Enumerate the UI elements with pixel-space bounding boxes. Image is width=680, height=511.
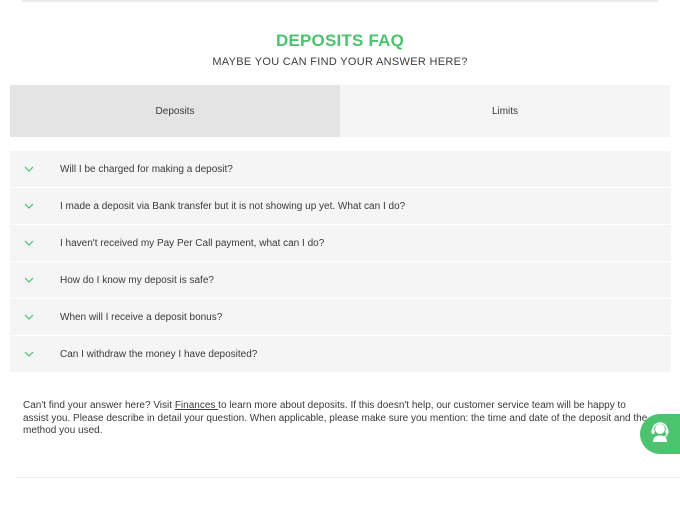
faq-item-deposit-bonus[interactable]: When will I receive a deposit bonus?	[10, 299, 671, 336]
help-text-intro: Can't find your answer here? Visit	[23, 400, 175, 411]
faq-tabs: Deposits Limits	[10, 85, 670, 137]
faq-question: When will I receive a deposit bonus?	[60, 311, 223, 323]
faq-question: Can I withdraw the money I have deposite…	[60, 348, 258, 360]
faq-question: How do I know my deposit is safe?	[60, 274, 214, 286]
customer-support-button[interactable]	[640, 414, 680, 454]
help-paragraph: Can't find your answer here? Visit Finan…	[23, 400, 653, 438]
deposits-faq-page: DEPOSITS FAQ MAYBE YOU CAN FIND YOUR ANS…	[0, 0, 680, 511]
chevron-down-icon	[23, 349, 35, 359]
chevron-down-icon	[23, 275, 35, 285]
tab-deposits[interactable]: Deposits	[10, 85, 340, 137]
faq-subtitle: MAYBE YOU CAN FIND YOUR ANSWER HERE?	[212, 56, 468, 68]
chevron-down-icon	[23, 312, 35, 322]
faq-title: DEPOSITS FAQ	[275, 31, 405, 50]
faq-item-bank-transfer[interactable]: I made a deposit via Bank transfer but i…	[10, 188, 671, 225]
faq-question-list: Will I be charged for making a deposit? …	[10, 151, 671, 373]
faq-item-deposit-charge[interactable]: Will I be charged for making a deposit?	[10, 151, 671, 188]
faq-item-deposit-safe[interactable]: How do I know my deposit is safe?	[10, 262, 671, 299]
chevron-down-icon	[23, 164, 35, 174]
chevron-down-icon	[23, 201, 35, 211]
faq-question: I haven't received my Pay Per Call payme…	[60, 237, 325, 249]
chevron-down-icon	[23, 238, 35, 248]
faq-item-pay-per-call[interactable]: I haven't received my Pay Per Call payme…	[10, 225, 671, 262]
headset-agent-icon	[648, 420, 672, 448]
bottom-divider	[16, 477, 680, 478]
finances-link[interactable]: Finances	[175, 400, 218, 411]
faq-item-withdraw[interactable]: Can I withdraw the money I have deposite…	[10, 336, 671, 373]
tab-limits[interactable]: Limits	[340, 85, 670, 137]
faq-question: Will I be charged for making a deposit?	[60, 163, 233, 175]
faq-question: I made a deposit via Bank transfer but i…	[60, 200, 406, 212]
top-divider	[22, 0, 658, 2]
